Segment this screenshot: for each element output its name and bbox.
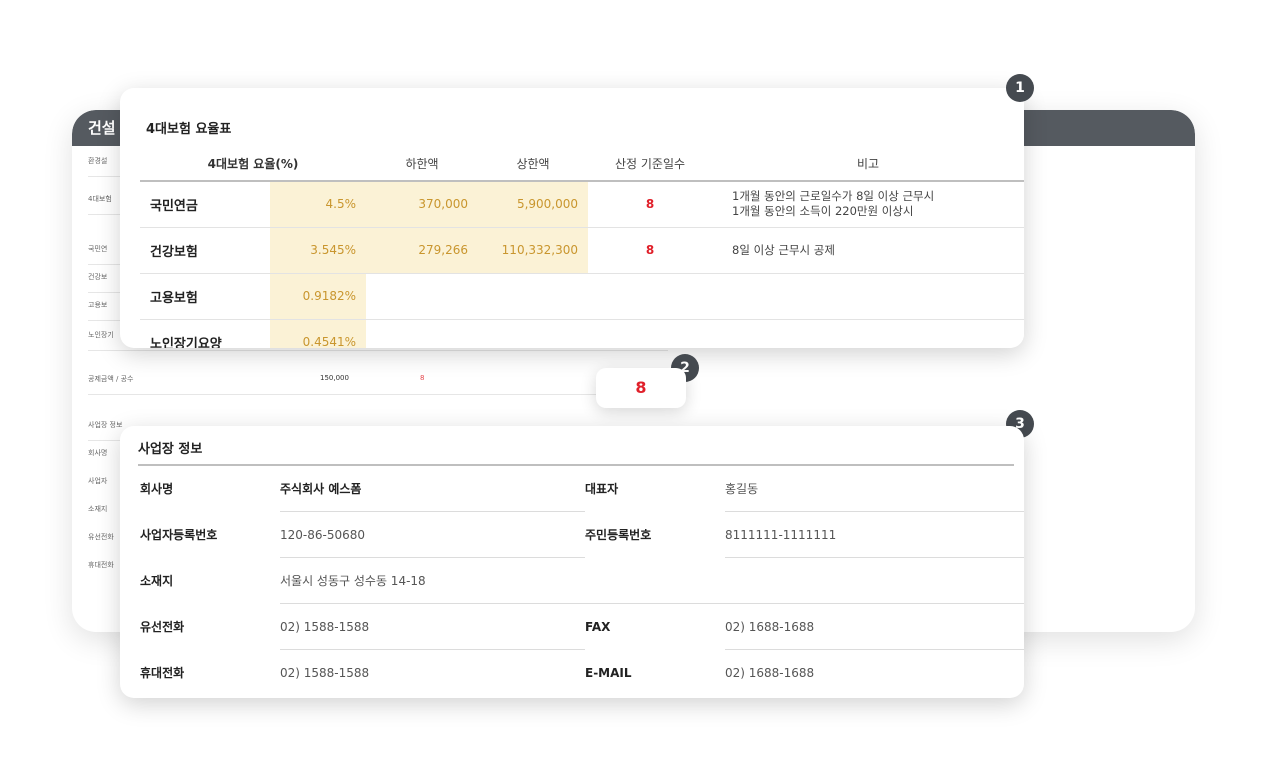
business-row: 사업자등록번호 120-86-50680 주민등록번호 8111111-1111… [140,512,1024,558]
business-row: 휴대전화 02) 1588-1588 E-MAIL 02) 1688-1688 [140,650,1014,696]
insurance-days-value: 8 [588,227,713,274]
table-row: 고용보험 0.9182% [140,273,1024,320]
insurance-upper-value: 5,900,000 [478,181,589,228]
business-info-title: 사업장 정보 [138,438,1014,466]
insurance-rate-panel: 4대보험 요율표 4대보험 요율(%) 하한액 상한액 산정 기준일수 비고 국… [120,88,1024,348]
header-upper: 상한액 [478,146,589,182]
insurance-lower-value: 370,000 [366,181,479,228]
days-callout: 8 [596,368,686,408]
business-value: 120-86-50680 [280,512,585,558]
header-days: 산정 기준일수 [588,146,713,182]
background-header-title: 건설 [88,119,116,137]
insurance-rate-value: 4.5% [270,181,367,228]
business-value: 서울시 성동구 성수동 14-18 [280,558,1024,604]
business-label: 사업자등록번호 [140,528,218,542]
business-value: 02) 1688-1688 [725,666,815,680]
business-label: 대표자 [585,482,619,496]
business-label: E-MAIL [585,666,632,680]
insurance-note: 1개월 동안의 근로일수가 8일 이상 근무시 1개월 동안의 소득이 220만… [712,181,1024,228]
insurance-lower-value: 279,266 [366,227,479,274]
insurance-note: 8일 이상 근무시 공제 [712,227,1024,274]
business-label: FAX [585,620,611,634]
insurance-days-value: 8 [588,181,713,228]
header-note: 비고 [712,146,1024,182]
header-rate: 4대보험 요율(%) [140,146,367,182]
business-value: 02) 1588-1588 [280,604,585,650]
business-label: 소재지 [140,574,174,588]
insurance-rate-value: 3.545% [270,227,367,274]
insurance-name: 노인장기요양 [140,319,270,348]
bg-deduction-days: 8 [420,374,425,382]
insurance-rate-title: 4대보험 요율표 [146,122,232,137]
table-row: 국민연금 4.5% 370,000 5,900,000 8 1개월 동안의 근로… [140,181,1024,228]
insurance-upper-value: 110,332,300 [478,227,589,274]
business-label: 회사명 [140,482,174,496]
header-lower: 하한액 [366,146,479,182]
callout-marker-1: 1 [1006,74,1034,102]
business-value: 02) 1688-1688 [725,604,1024,650]
business-label: 휴대전화 [140,666,185,680]
business-row: 유선전화 02) 1588-1588 FAX 02) 1688-1688 [140,604,1024,650]
insurance-rate-value: 0.9182% [270,273,367,320]
bg-deduction-amount: 150,000 [320,374,349,382]
business-row: 회사명 주식회사 예스폼 대표자 홍길동 [140,466,1024,512]
business-info-panel: 사업장 정보 회사명 주식회사 예스폼 대표자 홍길동 사업자등록번호 120-… [120,426,1024,698]
business-value: 홍길동 [725,466,1024,512]
bg-deduction-row: 공제금액 / 공수 150,000 8 [88,374,668,395]
business-row: 소재지 서울시 성동구 성수동 14-18 [140,558,1024,604]
table-header-row: 4대보험 요율(%) 하한액 상한액 산정 기준일수 비고 [140,146,1024,182]
business-value: 8111111-1111111 [725,512,1024,558]
business-label: 유선전화 [140,620,185,634]
table-row: 노인장기요양 0.4541% [140,319,1024,348]
business-value: 주식회사 예스폼 [280,466,585,512]
insurance-name: 건강보험 [140,227,270,274]
business-label: 주민등록번호 [585,528,652,542]
table-row: 건강보험 3.545% 279,266 110,332,300 8 8일 이상 … [140,227,1024,274]
business-value: 02) 1588-1588 [280,666,370,680]
insurance-rate-table: 4대보험 요율(%) 하한액 상한액 산정 기준일수 비고 국민연금 4.5% … [140,146,1024,348]
insurance-name: 고용보험 [140,273,270,320]
insurance-name: 국민연금 [140,181,270,228]
insurance-rate-value: 0.4541% [270,319,367,348]
